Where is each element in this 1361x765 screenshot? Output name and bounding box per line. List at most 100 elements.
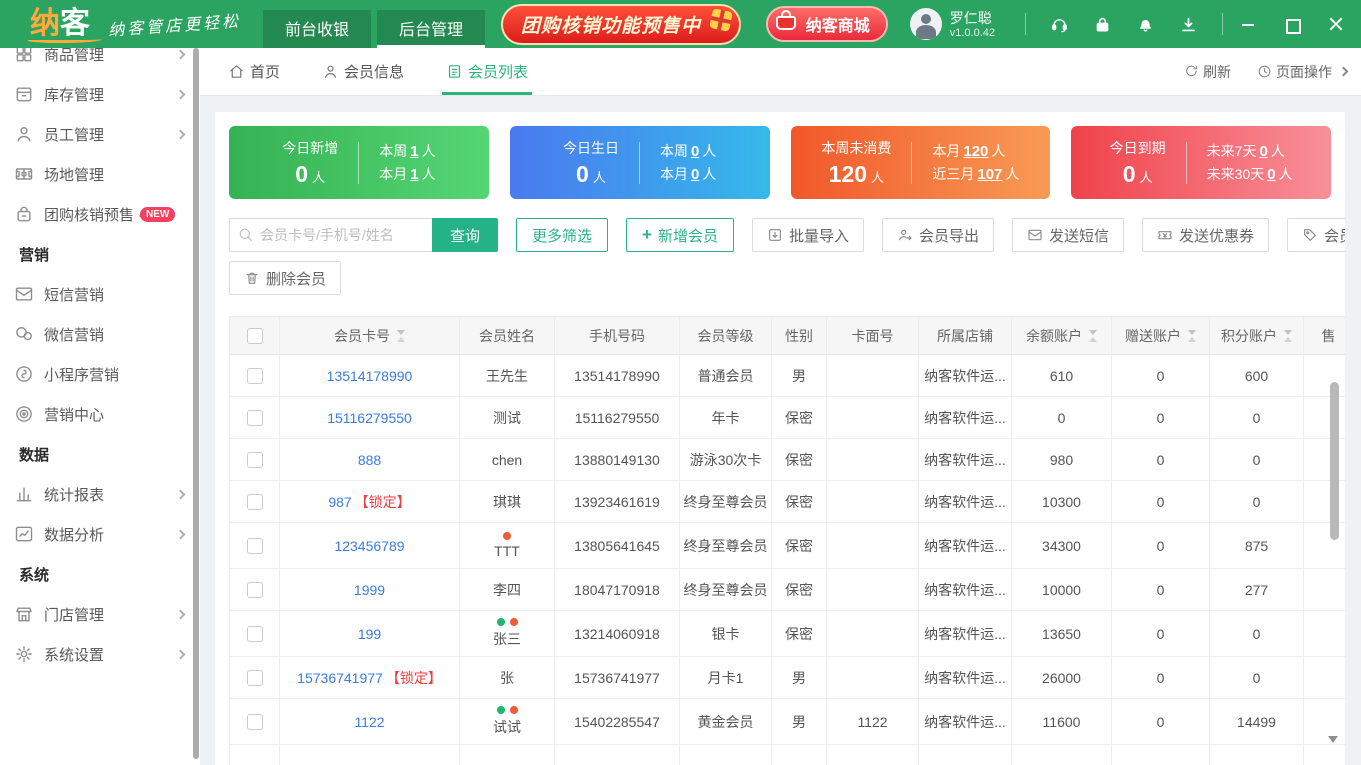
delete-member-button[interactable]: 删除会员 xyxy=(229,261,341,295)
column-header-9[interactable]: 积分账户 xyxy=(1210,317,1304,355)
member-card-link[interactable]: 15736741977 xyxy=(297,670,383,686)
column-header-10[interactable]: 售 xyxy=(1304,317,1345,355)
sidebar-item-miniprogram-marketing[interactable]: 小程序营销 xyxy=(0,354,200,394)
row-checkbox[interactable] xyxy=(247,582,263,598)
member-card-link[interactable]: 1999 xyxy=(354,582,385,598)
phone-cell xyxy=(555,745,680,765)
row-checkbox[interactable] xyxy=(247,626,263,642)
face-number-cell xyxy=(827,611,919,657)
column-header-3[interactable]: 会员等级 xyxy=(680,317,772,355)
sidebar-item-reports[interactable]: 统计报表 xyxy=(0,474,200,514)
search-button[interactable]: 查询 xyxy=(432,218,498,252)
content-scrollbar-thumb[interactable] xyxy=(1330,382,1339,540)
stat-card-2[interactable]: 本周未消费120人本月120人近三月107人 xyxy=(791,126,1051,199)
sidebar-item-inventory[interactable]: 库存管理 xyxy=(0,74,200,114)
sidebar-item-system-settings[interactable]: 系统设置 xyxy=(0,634,200,674)
topbar-divider xyxy=(1025,13,1026,35)
tab-home[interactable]: 首页 xyxy=(228,48,280,95)
batch-import-button[interactable]: 批量导入 xyxy=(752,218,864,252)
person-icon xyxy=(14,124,34,144)
topnav-backstage[interactable]: 后台管理 xyxy=(377,10,485,48)
stat-card-1[interactable]: 今日生日0人本周0人本月0人 xyxy=(510,126,770,199)
tab-member-info[interactable]: 会员信息 xyxy=(322,48,404,95)
row-checkbox-cell xyxy=(230,611,280,657)
sidebar-item-staff[interactable]: 员工管理 xyxy=(0,114,200,154)
sidebar-item-venue[interactable]: 场地管理 xyxy=(0,154,200,194)
member-card-link[interactable]: 1122 xyxy=(354,714,384,730)
topnav-front-desk[interactable]: 前台收银 xyxy=(263,10,371,48)
sort-icon[interactable] xyxy=(1188,330,1196,342)
member-export-button[interactable]: 会员导出 xyxy=(882,218,994,252)
member-name-cell: chen xyxy=(460,439,555,481)
sidebar-item-marketing-center[interactable]: 营销中心 xyxy=(0,394,200,434)
stat-card-unit: 人 xyxy=(871,170,884,185)
sort-icon[interactable] xyxy=(1284,330,1292,342)
refresh-action[interactable]: 刷新 xyxy=(1184,62,1231,82)
member-card-link[interactable]: 199 xyxy=(358,626,381,642)
member-name: 试试 xyxy=(493,706,521,737)
download-icon[interactable] xyxy=(1179,15,1198,34)
column-header-7[interactable]: 余额账户 xyxy=(1012,317,1112,355)
sidebar-item-goods[interactable]: 商品管理 xyxy=(0,48,200,74)
sidebar-item-sms-marketing[interactable]: 短信营销 xyxy=(0,274,200,314)
member-card-link[interactable]: 888 xyxy=(358,452,381,468)
sidebar-item-label: 员工管理 xyxy=(44,124,104,145)
stat-card-0[interactable]: 今日新增0人本周1人本月1人 xyxy=(229,126,489,199)
member-card-link[interactable]: 123456789 xyxy=(334,538,404,554)
column-header-1[interactable]: 会员姓名 xyxy=(460,317,555,355)
member-name-text: 李四 xyxy=(493,580,521,600)
column-header-5[interactable]: 卡面号 xyxy=(827,317,919,355)
minimize-button[interactable] xyxy=(1241,17,1255,31)
row-checkbox[interactable] xyxy=(247,714,263,730)
member-card-link[interactable]: 13514178990 xyxy=(327,368,413,384)
maximize-button[interactable] xyxy=(1285,17,1299,31)
stat-line-value: 0 xyxy=(691,143,699,160)
sidebar-item-groupon-presale[interactable]: 团购核销预售NEW xyxy=(0,194,200,234)
send-coupon-button[interactable]: 发送优惠券 xyxy=(1142,218,1269,252)
stat-card-3[interactable]: 今日到期0人未来7天0人未来30天0人 xyxy=(1071,126,1331,199)
page-ops-action[interactable]: 页面操作 xyxy=(1257,62,1347,82)
add-member-button[interactable]: +新增会员 xyxy=(626,218,734,252)
row-checkbox[interactable] xyxy=(247,670,263,686)
member-name-text: 张 xyxy=(500,668,514,688)
tab-member-list[interactable]: 会员列表 xyxy=(446,48,528,95)
gender-cell: 保密 xyxy=(772,569,827,611)
row-checkbox[interactable] xyxy=(247,368,263,384)
search-input[interactable] xyxy=(229,218,432,252)
user-name: 罗仁聪 xyxy=(950,10,995,27)
column-header-2[interactable]: 手机号码 xyxy=(555,317,680,355)
lock-icon[interactable] xyxy=(1093,15,1112,34)
sort-icon[interactable] xyxy=(1089,330,1097,342)
box-icon xyxy=(14,84,34,104)
select-all-checkbox[interactable] xyxy=(247,328,263,344)
column-header-6[interactable]: 所属店铺 xyxy=(919,317,1012,355)
sidebar-item-label: 营销中心 xyxy=(44,404,104,425)
scroll-down-arrow[interactable] xyxy=(1328,736,1338,743)
member-tags-button[interactable]: 会员标签 xyxy=(1287,218,1345,252)
member-card-link[interactable]: 15116279550 xyxy=(327,410,412,426)
send-sms-button[interactable]: 发送短信 xyxy=(1012,218,1124,252)
row-checkbox[interactable] xyxy=(247,410,263,426)
member-card-link[interactable]: 987 xyxy=(328,494,351,510)
user-menu[interactable]: 罗仁聪 v1.0.0.42 xyxy=(910,8,995,40)
row-checkbox[interactable] xyxy=(247,494,263,510)
column-header-0[interactable]: 会员卡号 xyxy=(280,317,460,355)
stat-line: 未来30天0人 xyxy=(1207,163,1293,186)
sidebar-item-wechat-marketing[interactable]: 微信营销 xyxy=(0,314,200,354)
sort-icon[interactable] xyxy=(397,330,405,342)
column-header-8[interactable]: 赠送账户 xyxy=(1112,317,1210,355)
customer-service-icon[interactable] xyxy=(1050,15,1069,34)
promo-banner[interactable]: 团购核销功能预售中 xyxy=(501,4,741,45)
close-button[interactable] xyxy=(1329,17,1343,31)
mall-button[interactable]: 纳客商城 xyxy=(766,6,888,42)
store-cell: 纳客软件运... xyxy=(919,355,1012,397)
row-checkbox[interactable] xyxy=(247,538,263,554)
bell-icon[interactable] xyxy=(1136,15,1155,34)
more-filters-button[interactable]: 更多筛选 xyxy=(516,218,608,252)
sidebar-scrollbar[interactable] xyxy=(193,48,199,759)
miniprogram-icon xyxy=(14,364,34,384)
column-header-4[interactable]: 性别 xyxy=(772,317,827,355)
sidebar-item-store-management[interactable]: 门店管理 xyxy=(0,594,200,634)
sidebar-item-data-analysis[interactable]: 数据分析 xyxy=(0,514,200,554)
row-checkbox[interactable] xyxy=(247,452,263,468)
